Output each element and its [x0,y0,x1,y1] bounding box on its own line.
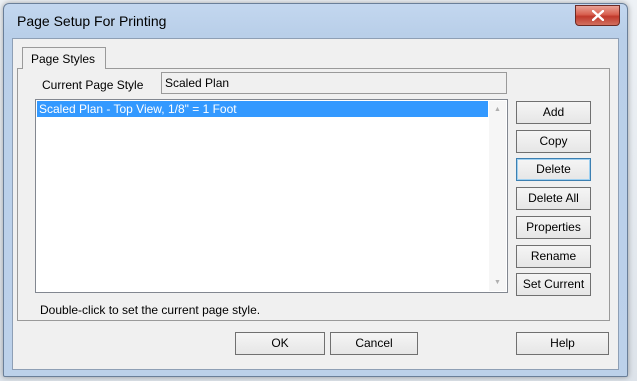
set-current-button[interactable]: Set Current [516,273,591,296]
title-bar[interactable]: Page Setup For Printing [4,4,627,38]
cancel-button[interactable]: Cancel [330,332,418,355]
current-page-style-value: Scaled Plan [165,76,230,90]
window-title: Page Setup For Printing [17,13,167,29]
delete-button[interactable]: Delete [516,158,591,181]
close-button[interactable] [575,5,620,26]
list-item-label: Scaled Plan - Top View, 1/8" = 1 Foot [39,102,237,116]
current-page-style-field: Scaled Plan [161,72,507,94]
list-scrollbar[interactable]: ▲ ▼ [489,101,506,291]
tab-page-styles[interactable]: Page Styles [22,47,106,69]
tab-label: Page Styles [31,52,96,66]
ok-button[interactable]: OK [235,332,325,355]
rename-button[interactable]: Rename [516,245,591,268]
current-page-style-label: Current Page Style [42,78,144,92]
close-x-icon [592,10,604,21]
list-item[interactable]: Scaled Plan - Top View, 1/8" = 1 Foot [37,101,488,117]
scroll-down-arrow-icon[interactable]: ▼ [489,274,506,291]
scroll-up-arrow-icon[interactable]: ▲ [489,101,506,118]
hint-text: Double-click to set the current page sty… [40,303,261,317]
delete-all-button[interactable]: Delete All [516,187,591,210]
page-style-list[interactable]: Scaled Plan - Top View, 1/8" = 1 Foot ▲ … [35,99,508,293]
help-button[interactable]: Help [516,332,609,355]
properties-button[interactable]: Properties [516,216,591,239]
add-button[interactable]: Add [516,101,591,124]
copy-button[interactable]: Copy [516,130,591,153]
